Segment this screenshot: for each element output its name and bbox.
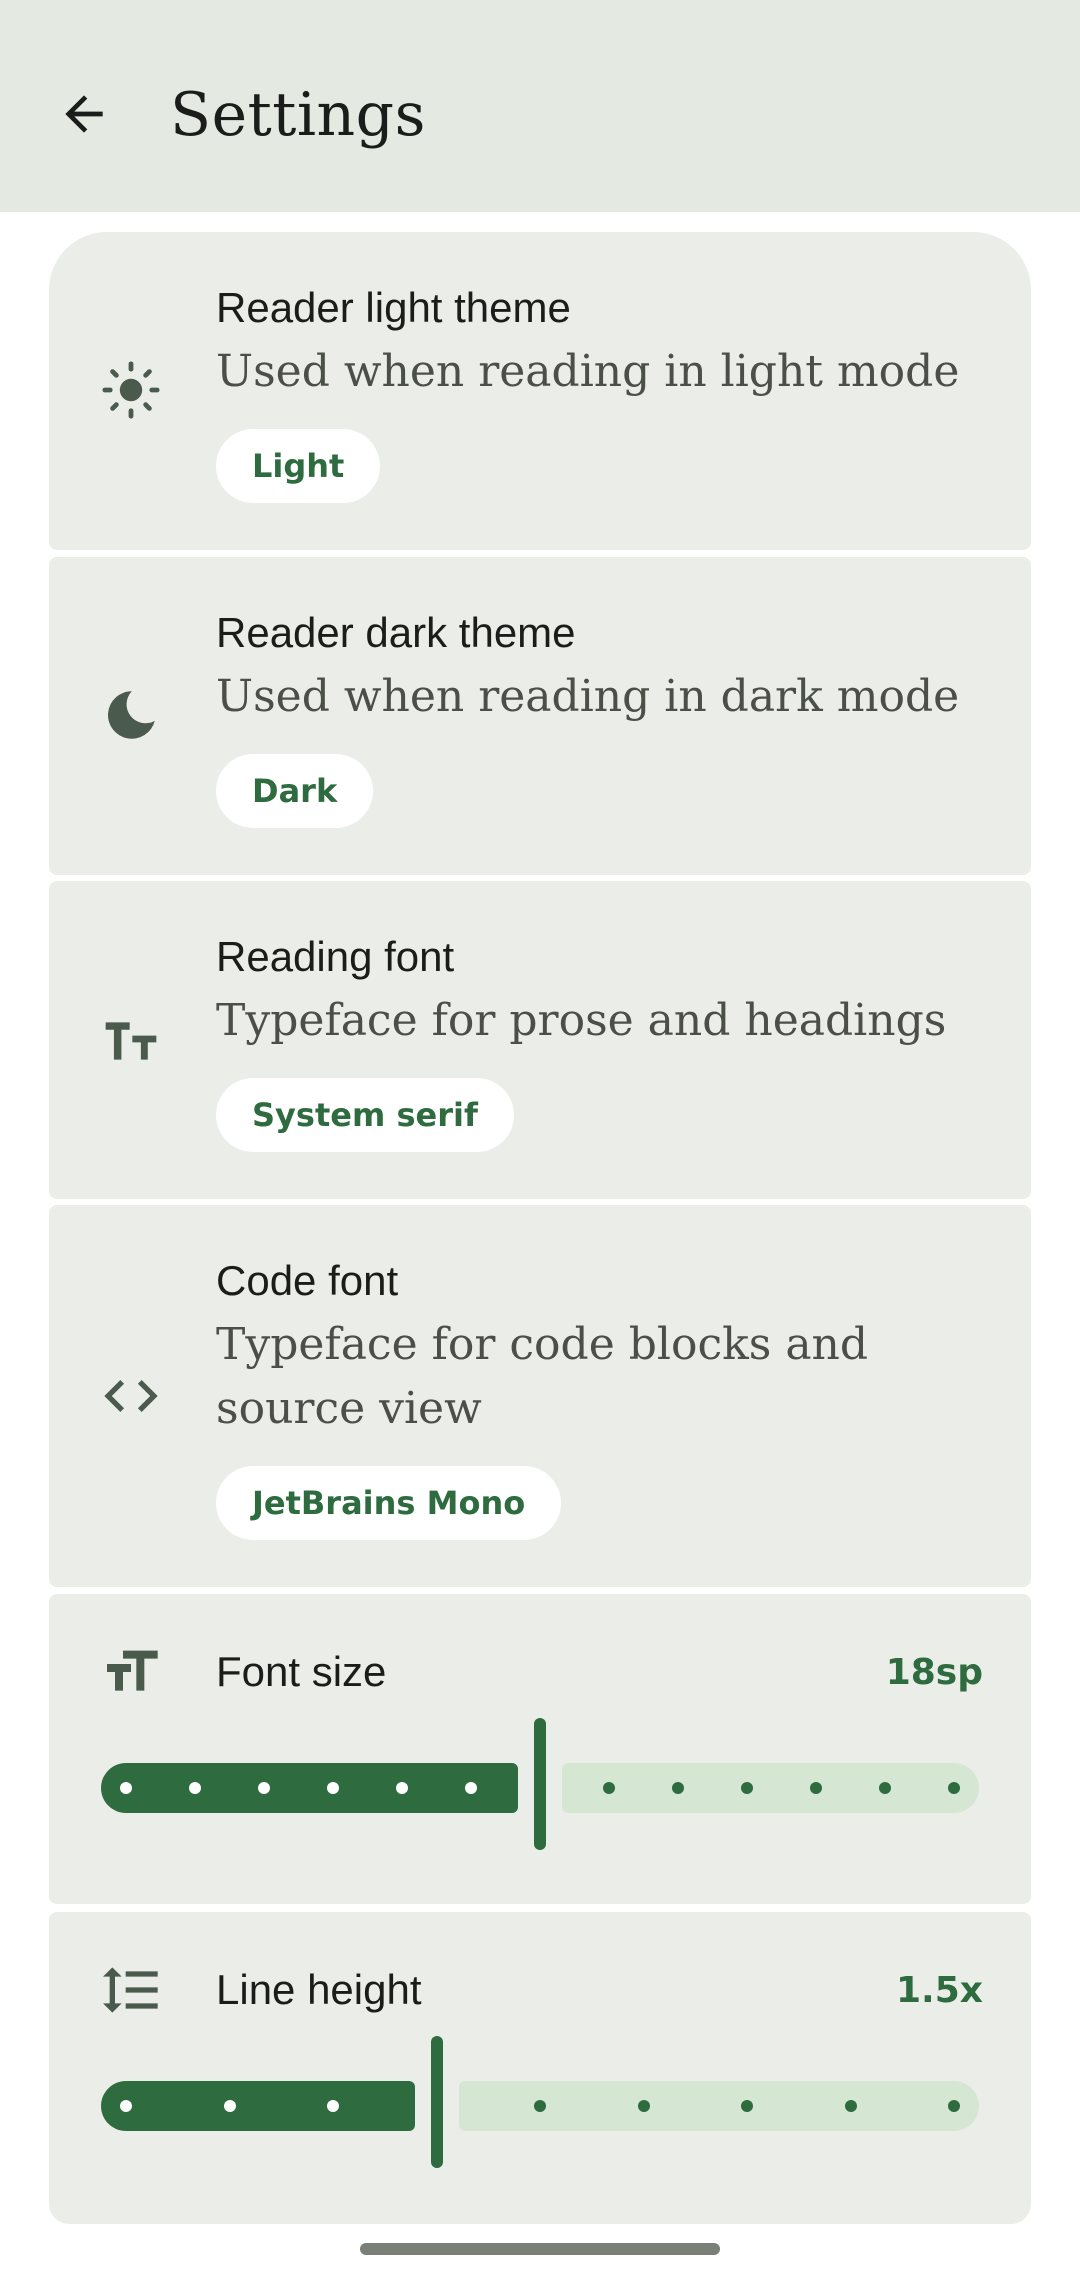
slider-tick [603, 1782, 615, 1794]
code-icon [99, 1364, 163, 1428]
format-size-icon [99, 1640, 163, 1704]
setting-reader-light-theme[interactable]: Reader light theme Used when reading in … [49, 232, 1031, 550]
text-fields-icon [99, 1009, 163, 1073]
back-button[interactable] [44, 74, 124, 154]
setting-title: Reader light theme [216, 284, 571, 331]
setting-reading-font[interactable]: Reading font Typeface for prose and head… [49, 881, 1031, 1199]
setting-subtitle: Used when reading in light mode [216, 346, 960, 397]
slider-tick [223, 2100, 236, 2112]
slider-tick [396, 1782, 408, 1794]
setting-subtitle: Used when reading in dark mode [216, 671, 960, 722]
font-size-slider[interactable] [101, 1718, 979, 1858]
setting-title: Line height [216, 1966, 422, 2013]
gesture-home-bar [360, 2243, 720, 2255]
slider-thumb[interactable] [430, 2036, 443, 2168]
slider-tick [120, 1782, 132, 1794]
reading-font-chip[interactable]: System serif [216, 1078, 514, 1152]
slider-tick [672, 1782, 684, 1794]
arrow-back-icon [65, 95, 103, 133]
setting-line-height: Line height 1.5x [49, 1912, 1031, 2224]
dark-theme-chip[interactable]: Dark [216, 754, 374, 828]
setting-reader-dark-theme[interactable]: Reader dark theme Used when reading in d… [49, 557, 1031, 875]
setting-title: Reading font [216, 933, 455, 980]
slider-tick [637, 2100, 650, 2112]
slider-inactive-track [562, 1763, 979, 1813]
line-spacing-icon [99, 1958, 163, 2022]
setting-font-size: Font size 18sp [49, 1594, 1031, 1904]
slider-active-track [101, 2081, 415, 2131]
sun-icon [99, 358, 163, 422]
setting-subtitle: Typeface for prose and headings [216, 995, 947, 1046]
top-app-bar: Settings [0, 0, 1080, 212]
slider-tick [258, 1782, 270, 1794]
line-height-value: 1.5x [896, 1970, 983, 2011]
slider-tick [189, 1782, 201, 1794]
slider-tick [879, 1782, 891, 1794]
moon-icon [99, 683, 163, 747]
slider-tick [948, 1782, 960, 1794]
slider-tick [741, 1782, 753, 1794]
slider-tick [327, 1782, 339, 1794]
slider-tick [534, 2100, 546, 2112]
slider-tick [465, 1782, 477, 1794]
slider-tick [948, 2100, 960, 2112]
slider-tick [810, 1782, 822, 1794]
slider-thumb[interactable] [534, 1718, 546, 1850]
slider-tick [120, 2100, 132, 2112]
line-height-slider[interactable] [101, 2036, 979, 2176]
font-size-value: 18sp [885, 1652, 983, 1693]
setting-title: Reader dark theme [216, 609, 576, 656]
slider-tick [844, 2100, 857, 2112]
page-title: Settings [170, 80, 426, 150]
slider-active-track [101, 1763, 518, 1813]
slider-tick [327, 2100, 339, 2112]
setting-title: Code font [216, 1257, 399, 1304]
light-theme-chip[interactable]: Light [216, 429, 381, 503]
setting-code-font[interactable]: Code font Typeface for code blocks and s… [49, 1205, 1031, 1587]
setting-subtitle: Typeface for code blocks and source view [216, 1319, 869, 1434]
slider-tick [741, 2100, 753, 2112]
code-font-chip[interactable]: JetBrains Mono [216, 1466, 562, 1540]
setting-title: Font size [216, 1648, 387, 1695]
